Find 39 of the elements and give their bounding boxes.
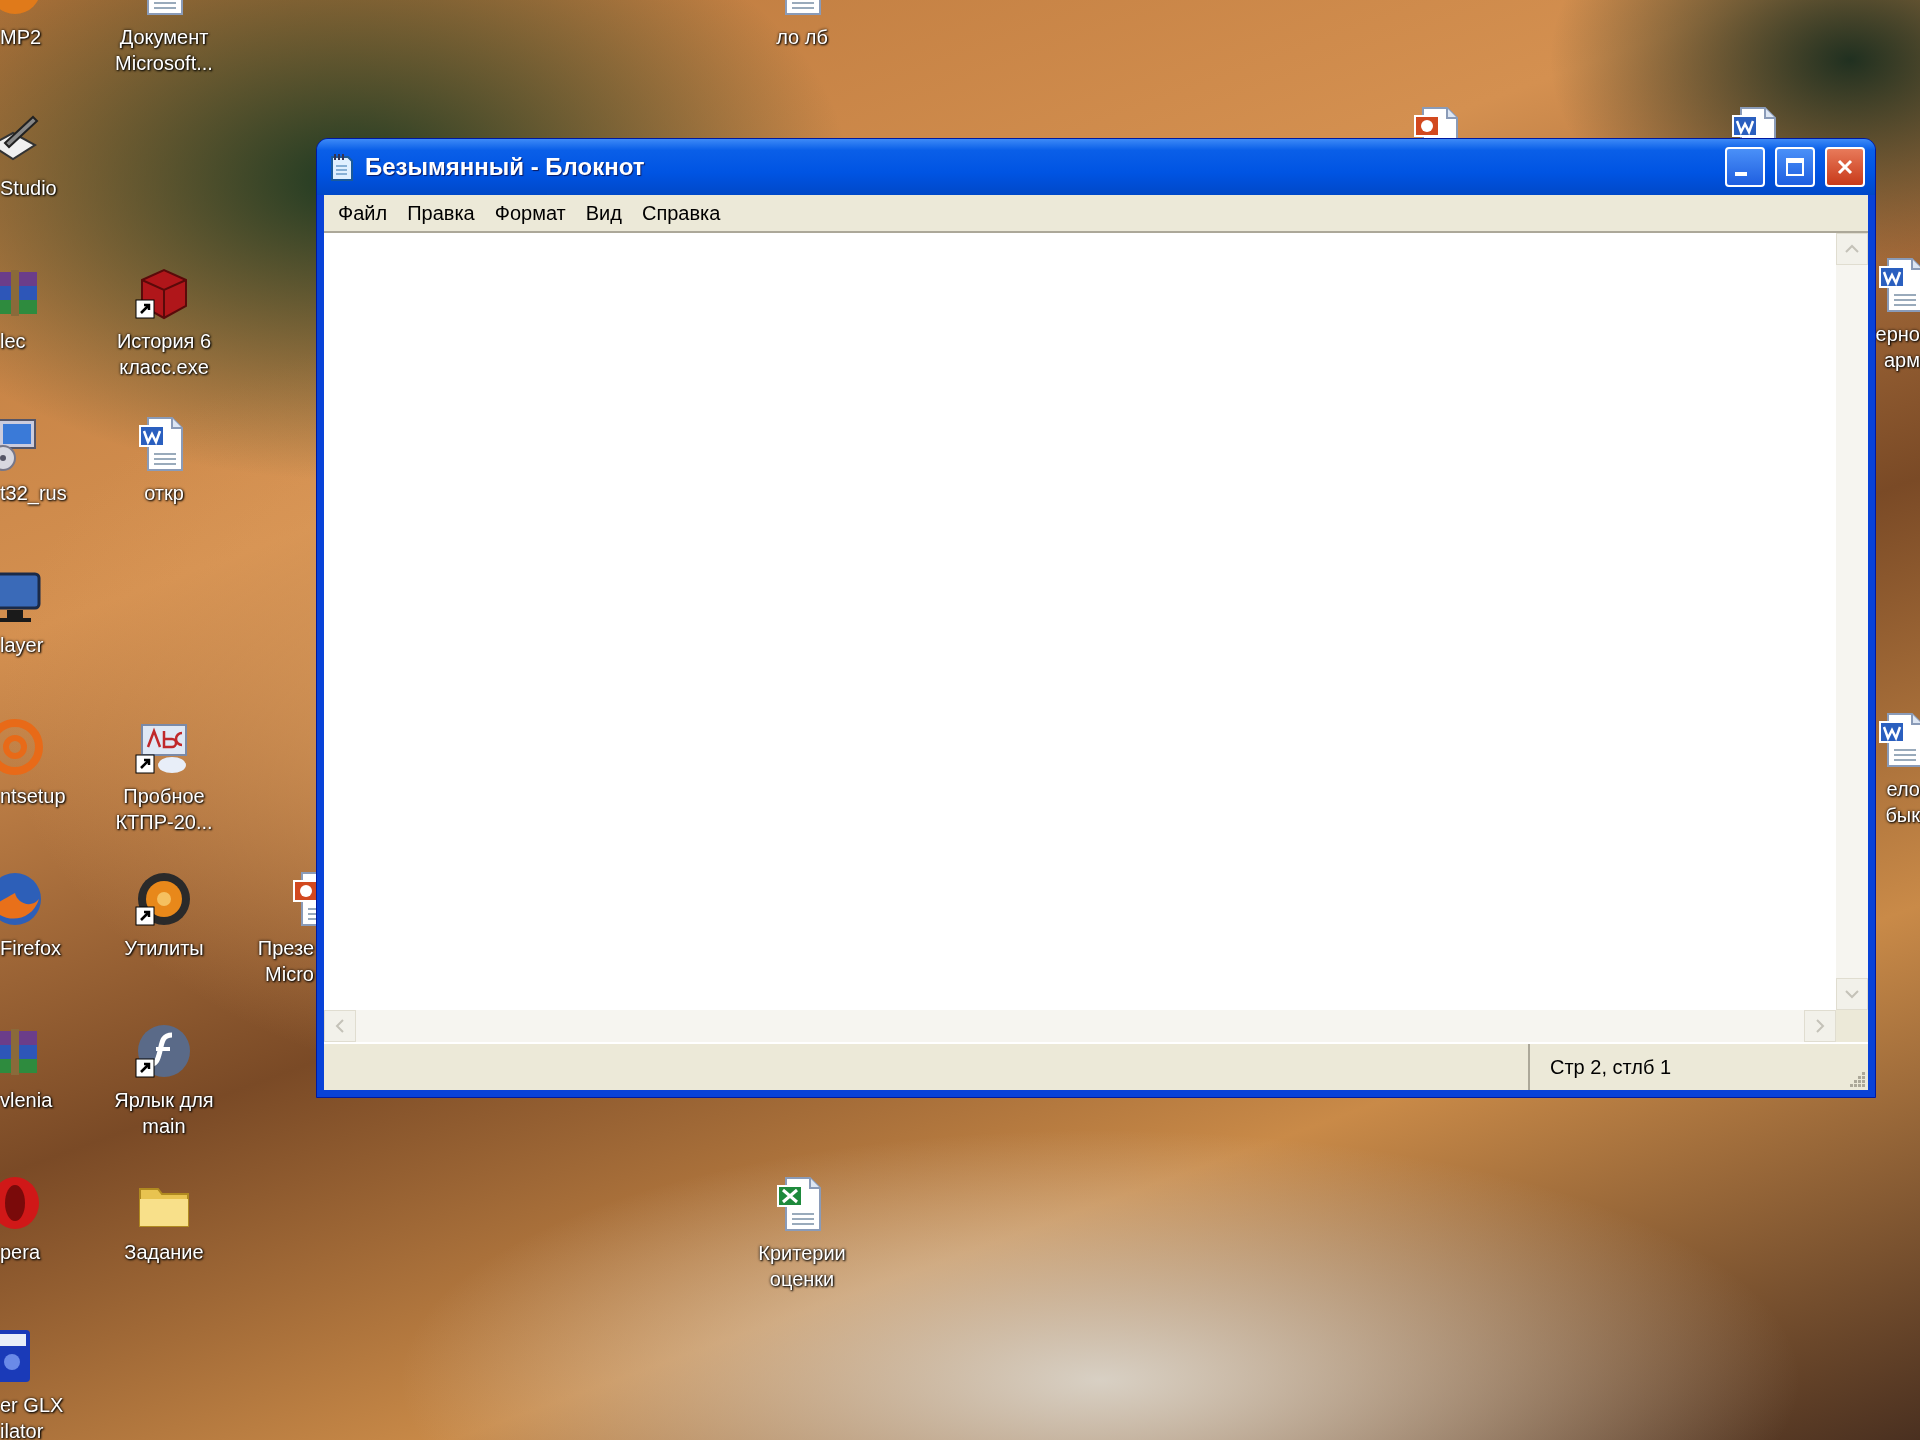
- icon-label[interactable]: layer: [0, 632, 44, 658]
- icon-label[interactable]: ело бык: [1885, 776, 1920, 828]
- down-caret-icon: [1844, 989, 1860, 999]
- icon-label[interactable]: er GLX ilator: [0, 1392, 64, 1440]
- cursor-position: Стр 2, стлб 1: [1550, 1055, 1672, 1079]
- icon-label[interactable]: pera: [0, 1239, 41, 1265]
- icon-label[interactable]: Studio: [0, 175, 57, 201]
- up-caret-icon: [1844, 244, 1860, 254]
- icon-label[interactable]: Презе Micro: [257, 935, 314, 987]
- icon-label[interactable]: lec: [0, 328, 26, 354]
- left-caret-icon: [335, 1018, 345, 1034]
- icon-label[interactable]: Утилиты: [124, 935, 204, 961]
- menu-item[interactable]: Вид: [575, 199, 632, 227]
- menu-item[interactable]: Файл: [328, 199, 398, 227]
- icon-label[interactable]: MP2: [0, 24, 42, 50]
- resize-grip-icon[interactable]: [1848, 1070, 1866, 1088]
- icon-label[interactable]: ло лб: [776, 24, 828, 50]
- maximize-icon: [1784, 156, 1806, 178]
- icon-label[interactable]: ерно арм: [1875, 321, 1920, 373]
- menu-item[interactable]: Формат: [484, 199, 576, 227]
- icon-label[interactable]: Ярлык для main: [114, 1087, 214, 1139]
- window-title: Безымянный - Блокнот: [365, 153, 646, 181]
- icon-label[interactable]: Задание: [124, 1239, 204, 1265]
- minimize-icon: [1735, 172, 1747, 176]
- icon-label[interactable]: История 6 класс.exe: [116, 328, 212, 380]
- icon-label[interactable]: откр: [144, 480, 184, 506]
- notepad-icon: [329, 152, 355, 182]
- icon-label[interactable]: vlenia: [0, 1087, 53, 1113]
- icon-label[interactable]: Документ Microsoft...: [115, 24, 213, 76]
- icon-label[interactable]: Firefox: [0, 935, 62, 961]
- icon-label[interactable]: Пробное КТПР-20...: [115, 783, 213, 835]
- right-caret-icon: [1815, 1018, 1825, 1034]
- icon-label[interactable]: t32_rus: [0, 480, 67, 506]
- menu-item[interactable]: Правка: [397, 199, 485, 227]
- close-button[interactable]: [1825, 147, 1865, 187]
- icon-label[interactable]: ntsetup: [0, 783, 66, 809]
- minimize-button[interactable]: [1725, 147, 1765, 187]
- menu-item[interactable]: Справка: [631, 199, 731, 227]
- maximize-button[interactable]: [1775, 147, 1815, 187]
